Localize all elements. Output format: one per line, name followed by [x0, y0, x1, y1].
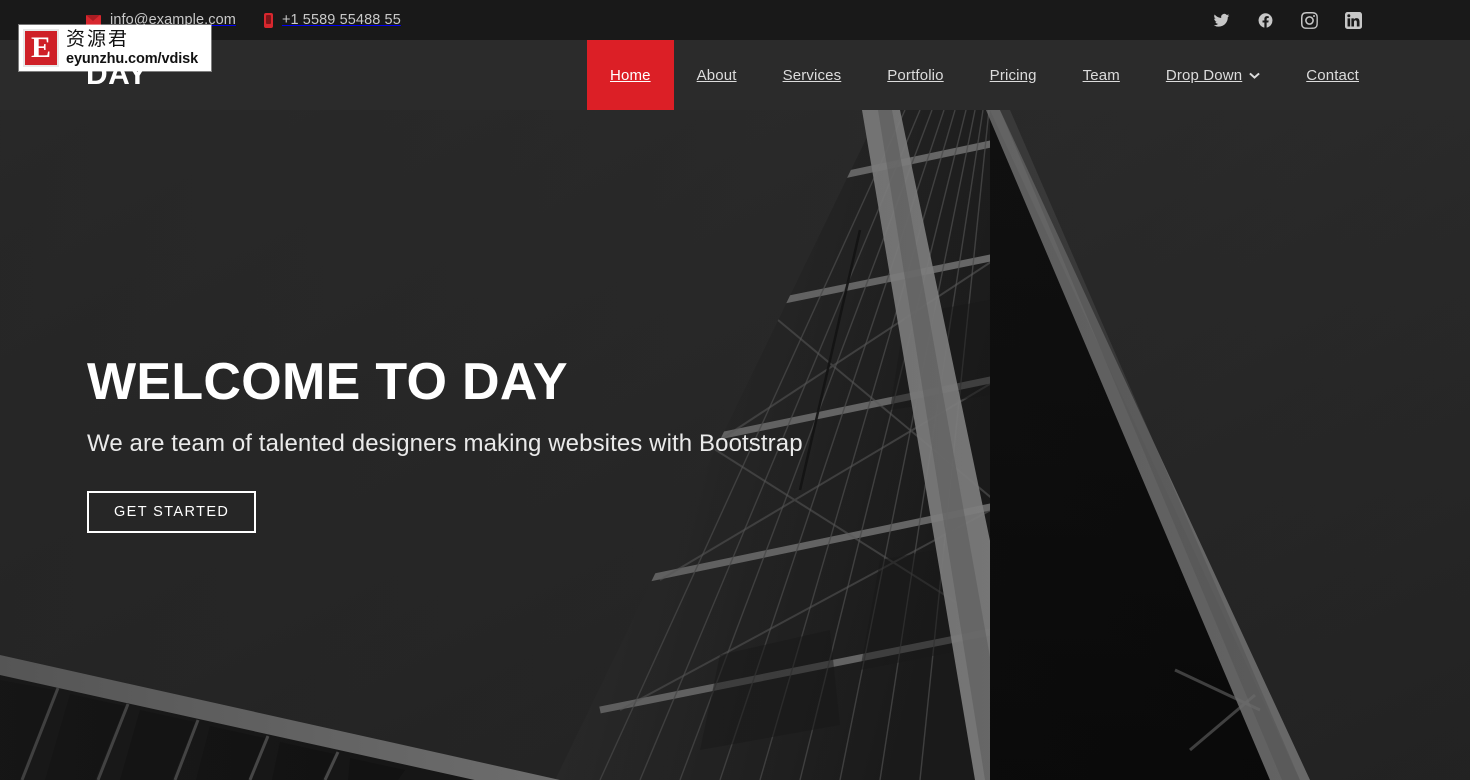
nav-item-contact[interactable]: Contact	[1283, 40, 1382, 110]
get-started-button[interactable]: GET STARTED	[87, 490, 257, 533]
watermark-overlay: E 资源君 eyunzhu.com/vdisk	[19, 25, 211, 71]
main-navbar: DAY Home About Services Portfolio Pricin…	[0, 40, 1470, 110]
landing-page: info@example.com +1 5589 55488 55 DAY Ho…	[0, 0, 1470, 780]
envelope-icon	[86, 14, 101, 26]
nav-label-portfolio: Portfolio	[887, 66, 944, 84]
hero-content: WELCOME TO DAY We are team of talented d…	[87, 355, 987, 533]
nav-item-team[interactable]: Team	[1060, 40, 1143, 110]
hero-section: WELCOME TO DAY We are team of talented d…	[0, 110, 1470, 780]
linkedin-icon[interactable]	[1345, 11, 1362, 29]
nav-item-portfolio[interactable]: Portfolio	[864, 40, 966, 110]
watermark-logo-letter: E	[30, 30, 51, 64]
nav-menu: Home About Services Portfolio Pricing Te…	[586, 40, 1470, 110]
watermark-logo-icon: E	[23, 29, 59, 67]
social-links-group	[1213, 11, 1362, 29]
chevron-down-icon	[1249, 72, 1261, 79]
nav-item-pricing[interactable]: Pricing	[967, 40, 1060, 110]
twitter-icon[interactable]	[1213, 12, 1230, 29]
hero-title: WELCOME TO DAY	[87, 353, 568, 411]
phone-contact-link[interactable]: +1 5589 55488 55	[263, 11, 401, 28]
nav-label-services: Services	[782, 66, 842, 84]
facebook-icon[interactable]	[1257, 12, 1274, 29]
hero-subtitle: We are team of talented designers making…	[87, 429, 803, 457]
phone-text: +1 5589 55488 55	[281, 11, 401, 28]
nav-item-about[interactable]: About	[674, 40, 760, 110]
mobile-phone-icon	[263, 12, 273, 28]
nav-item-services[interactable]: Services	[760, 40, 865, 110]
nav-item-home[interactable]: Home	[586, 40, 674, 110]
nav-label-about: About	[696, 66, 737, 84]
nav-label-pricing: Pricing	[989, 66, 1037, 84]
nav-label-contact: Contact	[1306, 66, 1359, 84]
top-contact-bar: info@example.com +1 5589 55488 55	[0, 0, 1470, 40]
watermark-text-group: 资源君 eyunzhu.com/vdisk	[66, 29, 198, 66]
nav-label-team: Team	[1082, 66, 1120, 84]
nav-label-home: Home	[609, 66, 651, 84]
watermark-chinese-text: 资源君	[66, 28, 130, 51]
instagram-icon[interactable]	[1301, 11, 1318, 29]
nav-item-drop-down[interactable]: Drop Down	[1143, 40, 1283, 110]
watermark-url-text: eyunzhu.com/vdisk	[66, 51, 199, 68]
nav-label-drop-down: Drop Down	[1165, 66, 1243, 84]
